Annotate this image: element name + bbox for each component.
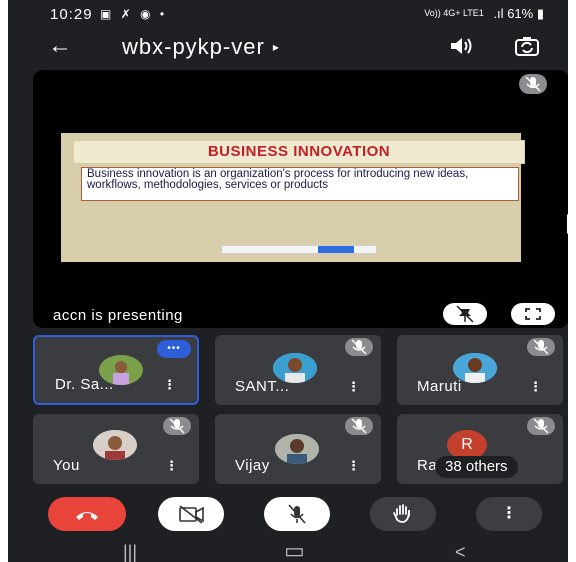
raise-hand-button[interactable] [370,497,436,531]
gallery-icon: ▣ [100,7,115,21]
mic-off-icon [345,417,373,435]
avatar [93,430,137,460]
fullscreen-button[interactable] [511,303,555,325]
raise-hand-icon [393,504,410,523]
mic-toggle-button[interactable] [264,497,330,531]
battery-icon: ▮ [536,6,544,21]
participant-tile-others[interactable]: R Ra 38 others [397,414,563,484]
participant-more-icon[interactable]: ⋮ [347,458,360,474]
notification-icons: ▣ ✗ ◉ • [100,7,167,21]
meeting-title[interactable]: wbx-pykp-ver ▸ [122,34,280,60]
presenter-label: accn is presenting [53,307,183,324]
dot-icon: • [159,7,168,21]
video-off-icon [179,505,204,524]
shared-slide: BUSINESS INNOVATION Business innovation … [61,133,525,262]
mic-off-icon [527,338,555,356]
status-bar: 10:29 ▣ ✗ ◉ • Vo)) 4G+ LTE1 .ıl 61% ▮ [8,0,568,26]
participant-tile[interactable]: Vijay ⋮ [215,414,381,484]
participant-tile[interactable]: You ⋮ [33,414,199,484]
mic-off-icon [345,338,373,356]
participant-name: You [53,457,80,474]
network-label: Vo)) 4G+ LTE1 [424,8,484,18]
participant-more-icon[interactable]: ⋮ [347,379,360,395]
slide-title-bar: BUSINESS INNOVATION [73,140,525,164]
participant-more-icon[interactable]: ⋮ [165,458,178,474]
slide-toolbar [221,245,377,254]
slide-body: Business innovation is an organization's… [87,168,469,191]
participant-more-icon[interactable]: ⋮ [163,377,176,393]
video-toggle-button[interactable] [158,497,224,531]
end-call-icon [76,512,98,520]
status-right: Vo)) 4G+ LTE1 .ıl 61% ▮ [424,6,544,22]
slide-title: BUSINESS INNOVATION [207,143,391,160]
messenger-icon: ◉ [140,7,154,21]
meeting-header: ← wbx-pykp-ver ▸ [8,28,568,68]
battery-percent: 61% [507,6,534,21]
end-call-button[interactable] [48,497,126,531]
recents-button[interactable]: ||| [123,542,137,562]
scroll-indicator[interactable] [567,214,568,234]
title-caret-icon: ▸ [272,40,280,54]
avatar [275,434,319,464]
others-count-button[interactable]: 38 others [435,456,518,478]
status-time: 10:29 [50,6,93,23]
more-options-button[interactable]: ⋮ [476,497,542,531]
switch-camera-icon[interactable] [514,34,540,58]
signal-icon: .ıl [493,6,504,21]
speaker-icon[interactable] [448,36,476,56]
speaking-indicator: ••• [157,340,191,358]
participant-name: SANT... [235,378,290,395]
nav-back-button[interactable]: < [455,542,466,562]
missed-call-icon: ✗ [120,7,134,21]
participant-tile[interactable]: ••• Dr. Sa... ⋮ [33,335,199,405]
home-button[interactable]: ▭ [284,538,305,562]
pin-off-icon [456,305,474,323]
slide-body-box: Business innovation is an organization's… [81,167,519,201]
presenter-mic-off-icon [519,74,547,94]
unpin-button[interactable] [443,303,487,325]
participant-name: Vijay [235,457,270,474]
participant-name: Maruti [417,378,462,395]
mic-off-icon [163,417,191,435]
meeting-title-text: wbx-pykp-ver [122,34,265,59]
participant-tile[interactable]: Maruti ⋮ [397,335,563,405]
fullscreen-icon [525,308,541,320]
mic-off-icon [288,504,306,524]
participant-tile[interactable]: SANT... ⋮ [215,335,381,405]
participant-more-icon[interactable]: ⋮ [529,379,542,395]
participant-name: Dr. Sa... [55,376,114,393]
meeting-screen: 10:29 ▣ ✗ ◉ • Vo)) 4G+ LTE1 .ıl 61% ▮ ← … [8,0,568,562]
back-arrow-icon[interactable]: ← [48,32,72,60]
mic-off-icon [527,417,555,435]
presentation-view[interactable]: BUSINESS INNOVATION Business innovation … [33,70,568,328]
slide-toolbar-highlight [318,246,354,253]
